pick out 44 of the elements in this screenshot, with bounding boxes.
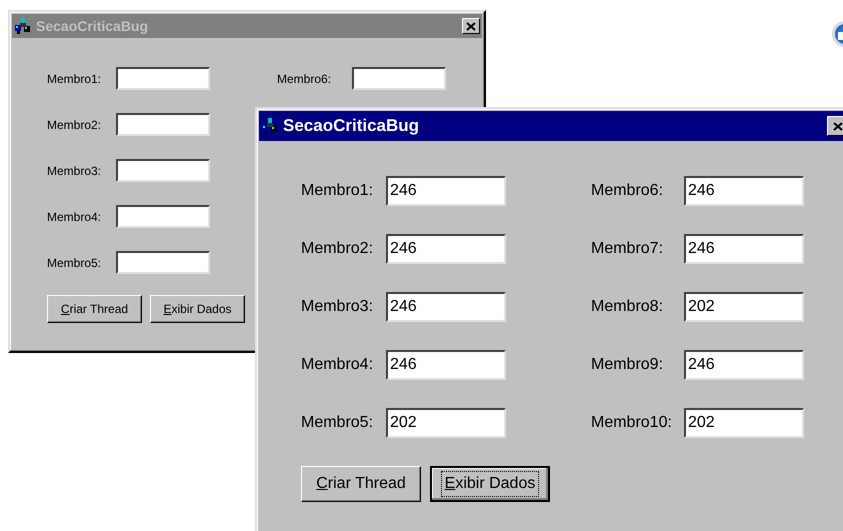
field-label: Membro8: — [591, 297, 664, 317]
text-field[interactable]: 202 — [684, 408, 804, 438]
close-icon — [833, 122, 843, 130]
text-field[interactable]: 246 — [386, 234, 506, 264]
field-label: Membro1: — [47, 70, 102, 88]
field-label: Membro9: — [591, 355, 664, 375]
field-label: Membro5: — [301, 413, 374, 433]
text-field[interactable]: 246 — [386, 350, 506, 380]
field-label: Membro2: — [301, 239, 374, 259]
field-label: Membro2: — [47, 116, 102, 134]
window-title: SecaoCriticaBug — [283, 115, 420, 138]
push-button[interactable]: Exibir Dados — [150, 295, 245, 323]
window-title: SecaoCriticaBug — [36, 16, 148, 36]
app-icon — [14, 17, 32, 35]
text-field[interactable]: 246 — [386, 176, 506, 206]
field-label: Membro6: — [591, 181, 664, 201]
field-label: Membro10: — [591, 413, 673, 433]
text-field[interactable] — [116, 67, 210, 90]
push-button[interactable]: Exibir Dados — [430, 466, 550, 502]
push-button[interactable]: Criar Thread — [301, 466, 421, 502]
text-field[interactable]: 246 — [684, 176, 804, 206]
close-button[interactable] — [827, 116, 843, 136]
text-field[interactable] — [116, 251, 210, 274]
text-field[interactable]: 202 — [386, 408, 506, 438]
push-button[interactable]: Criar Thread — [47, 295, 142, 323]
text-field[interactable]: 246 — [386, 292, 506, 322]
close-button[interactable] — [462, 18, 480, 34]
text-field[interactable] — [116, 159, 210, 182]
field-label: Membro5: — [47, 254, 102, 272]
field-label: Membro4: — [47, 208, 102, 226]
field-label: Membro7: — [591, 239, 664, 259]
text-field[interactable]: 202 — [684, 292, 804, 322]
close-icon — [466, 22, 476, 30]
field-label: Membro6: — [277, 70, 332, 88]
text-field[interactable] — [116, 113, 210, 136]
field-label: Membro4: — [301, 355, 374, 375]
text-field[interactable] — [352, 67, 446, 90]
text-field[interactable]: 246 — [684, 350, 804, 380]
field-label: Membro3: — [47, 162, 102, 180]
field-label: Membro1: — [301, 181, 374, 201]
app-icon — [261, 117, 279, 135]
field-label: Membro3: — [301, 297, 374, 317]
text-field[interactable]: 246 — [684, 234, 804, 264]
text-field[interactable] — [116, 205, 210, 228]
